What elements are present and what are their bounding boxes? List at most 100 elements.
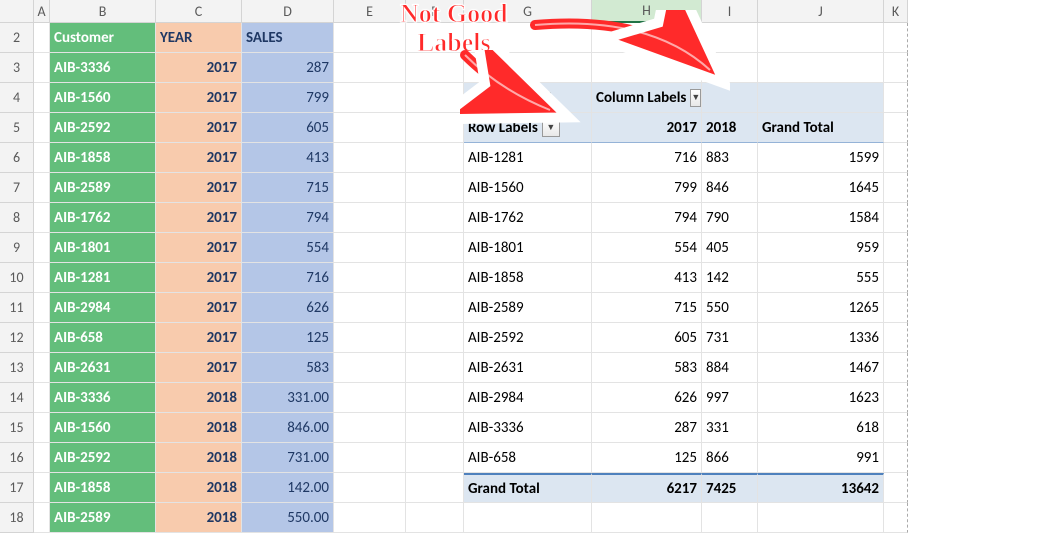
pivot-row-label[interactable]: AIB-1560 — [464, 173, 592, 203]
cell-G2[interactable] — [464, 23, 592, 53]
col-header-G[interactable]: G — [464, 0, 592, 23]
row-header-12[interactable]: 12 — [0, 323, 34, 353]
cell-F15[interactable] — [406, 413, 464, 443]
col-header-A[interactable]: A — [34, 0, 50, 23]
cell-K8[interactable] — [884, 203, 908, 233]
row-header-2[interactable]: 2 — [0, 23, 34, 53]
col-header-K[interactable]: K — [884, 0, 908, 23]
cell-F18[interactable] — [406, 503, 464, 533]
cell-A5[interactable] — [34, 113, 50, 143]
cell-E7[interactable] — [334, 173, 406, 203]
cell-J2[interactable] — [758, 23, 884, 53]
cell-A14[interactable] — [34, 383, 50, 413]
cell-F14[interactable] — [406, 383, 464, 413]
cell-F4[interactable] — [406, 83, 464, 113]
pivot-row-label[interactable]: AIB-658 — [464, 443, 592, 473]
cell-J18[interactable] — [758, 503, 884, 533]
cell-E13[interactable] — [334, 353, 406, 383]
cell-K16[interactable] — [884, 443, 908, 473]
cell-H2[interactable] — [592, 23, 702, 53]
cell-E18[interactable] — [334, 503, 406, 533]
cell-K11[interactable] — [884, 293, 908, 323]
cell-A7[interactable] — [34, 173, 50, 203]
row-header-14[interactable]: 14 — [0, 383, 34, 413]
col-header-B[interactable]: B — [50, 0, 156, 23]
cell-E5[interactable] — [334, 113, 406, 143]
cell-A2[interactable] — [34, 23, 50, 53]
cell-K12[interactable] — [884, 323, 908, 353]
cell-E6[interactable] — [334, 143, 406, 173]
cell-E16[interactable] — [334, 443, 406, 473]
cell-K6[interactable] — [884, 143, 908, 173]
cell-F8[interactable] — [406, 203, 464, 233]
row-header-10[interactable]: 10 — [0, 263, 34, 293]
cell-I18[interactable] — [702, 503, 758, 533]
cell-E12[interactable] — [334, 323, 406, 353]
cell-A12[interactable] — [34, 323, 50, 353]
pivot-row-labels[interactable]: Row Labels▼ — [464, 113, 592, 143]
pivot-row-label[interactable]: AIB-2592 — [464, 323, 592, 353]
pivot-row-label[interactable]: AIB-2984 — [464, 383, 592, 413]
cell-F16[interactable] — [406, 443, 464, 473]
cell-F6[interactable] — [406, 143, 464, 173]
cell-A17[interactable] — [34, 473, 50, 503]
cell-E2[interactable] — [334, 23, 406, 53]
cell-F3[interactable] — [406, 53, 464, 83]
cell-I3[interactable] — [702, 53, 758, 83]
cell-K10[interactable] — [884, 263, 908, 293]
pivot-row-label[interactable]: AIB-2589 — [464, 293, 592, 323]
row-header-11[interactable]: 11 — [0, 293, 34, 323]
cell-A11[interactable] — [34, 293, 50, 323]
cell-K7[interactable] — [884, 173, 908, 203]
cell-K15[interactable] — [884, 413, 908, 443]
cell-J3[interactable] — [758, 53, 884, 83]
cell-A16[interactable] — [34, 443, 50, 473]
cell-K2[interactable] — [884, 23, 908, 53]
row-header-13[interactable]: 13 — [0, 353, 34, 383]
cell-K5[interactable] — [884, 113, 908, 143]
cell-E8[interactable] — [334, 203, 406, 233]
pivot-row-label[interactable]: AIB-1801 — [464, 233, 592, 263]
cell-F9[interactable] — [406, 233, 464, 263]
cell-A13[interactable] — [34, 353, 50, 383]
cell-E4[interactable] — [334, 83, 406, 113]
pivot-row-label[interactable]: AIB-1762 — [464, 203, 592, 233]
col-header-E[interactable]: E — [334, 0, 406, 23]
col-header-I[interactable]: I — [702, 0, 758, 23]
row-header-3[interactable]: 3 — [0, 53, 34, 83]
cell-A3[interactable] — [34, 53, 50, 83]
cell-A4[interactable] — [34, 83, 50, 113]
pivot-row-label[interactable]: AIB-3336 — [464, 413, 592, 443]
cell-A6[interactable] — [34, 143, 50, 173]
cell-A15[interactable] — [34, 413, 50, 443]
cell-E10[interactable] — [334, 263, 406, 293]
col-header-J[interactable]: J — [758, 0, 884, 23]
cell-F5[interactable] — [406, 113, 464, 143]
cell-K14[interactable] — [884, 383, 908, 413]
col-header-D[interactable]: D — [242, 0, 334, 23]
cell-E9[interactable] — [334, 233, 406, 263]
cell-K9[interactable] — [884, 233, 908, 263]
cell-F2[interactable] — [406, 23, 464, 53]
cell-F10[interactable] — [406, 263, 464, 293]
pivot-row-label[interactable]: AIB-1281 — [464, 143, 592, 173]
row-header-5[interactable]: 5 — [0, 113, 34, 143]
cell-A8[interactable] — [34, 203, 50, 233]
cell-F11[interactable] — [406, 293, 464, 323]
cell-E11[interactable] — [334, 293, 406, 323]
col-header-H[interactable]: H — [592, 0, 702, 23]
cell-K17[interactable] — [884, 473, 908, 503]
row-header-9[interactable]: 9 — [0, 233, 34, 263]
row-header-18[interactable]: 18 — [0, 503, 34, 533]
cell-K3[interactable] — [884, 53, 908, 83]
row-header-16[interactable]: 16 — [0, 443, 34, 473]
cell-K4[interactable] — [884, 83, 908, 113]
cell-E17[interactable] — [334, 473, 406, 503]
row-header-6[interactable]: 6 — [0, 143, 34, 173]
pivot-row-label[interactable]: AIB-2631 — [464, 353, 592, 383]
cell-E14[interactable] — [334, 383, 406, 413]
cell-F7[interactable] — [406, 173, 464, 203]
cell-E3[interactable] — [334, 53, 406, 83]
row-header-17[interactable]: 17 — [0, 473, 34, 503]
col-header-F[interactable]: F — [406, 0, 464, 23]
